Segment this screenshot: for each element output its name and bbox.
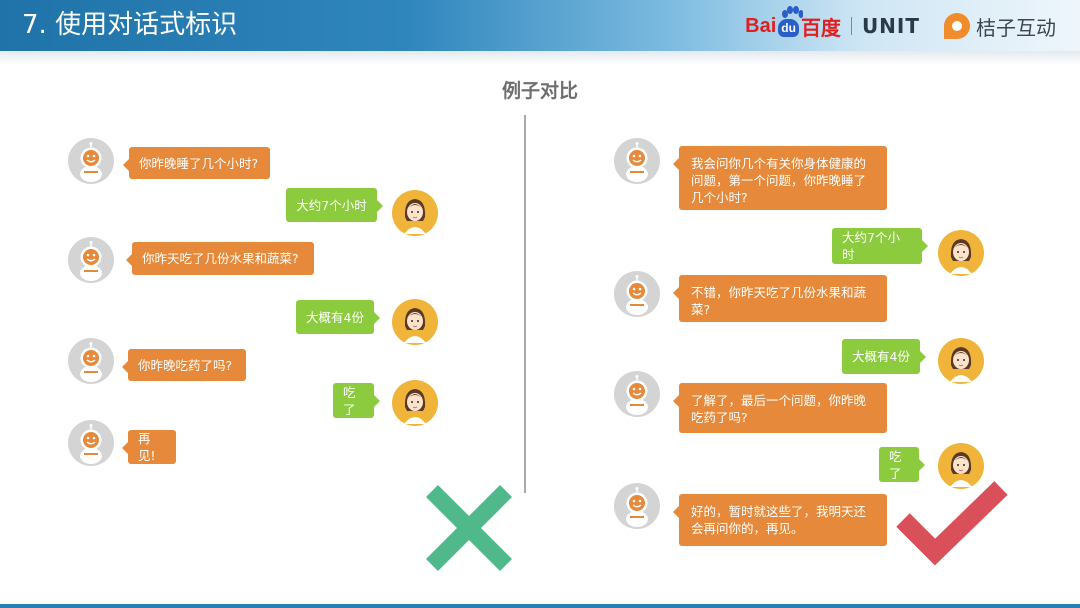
header-shadow [0,51,1080,65]
baidu-logo: Bai du 百度 [745,5,841,41]
bot-message: 不错，你昨天吃了几份水果和蔬菜? [673,275,887,322]
robot-avatar [68,338,114,384]
user-message: 大概有4份 [842,339,926,374]
juzi-logo-text: 桔子互动 [976,15,1056,40]
bot-message: 你昨晚睡了几个小时? [123,147,270,179]
robot-avatar [614,483,660,529]
paw-icon [782,5,804,18]
girl-avatar [392,190,438,236]
girl-avatar [938,338,984,384]
footer-line [0,604,1080,608]
checkmark-icon [896,481,1008,566]
cross-icon [425,484,513,572]
user-message: 大概有4份 [296,300,380,334]
robot-avatar [614,138,660,184]
robot-avatar [68,237,114,283]
user-message: 大约7个小时 [832,228,928,264]
baidu-logo-cn: 百度 [800,17,841,40]
bot-message: 你昨天吃了几份水果和蔬菜? [126,242,314,275]
girl-avatar [392,299,438,345]
bot-message: 你昨晚吃药了吗? [122,349,246,381]
bot-message: 我会问你几个有关你身体健康的问题，第一个问题，你昨晚睡了几个小时? [673,146,887,210]
girl-avatar [392,380,438,426]
bot-message: 了解了，最后一个问题，你昨晚吃药了吗? [673,383,887,433]
user-message: 吃了 [879,447,925,482]
center-divider [524,115,526,493]
user-message: 吃了 [333,383,380,418]
girl-avatar [938,230,984,276]
bot-message: 好的，暂时就这些了，我明天还会再问你的，再见。 [673,494,887,546]
robot-avatar [614,371,660,417]
bot-message: 再见! [122,430,176,464]
user-message: 大约7个小时 [286,188,383,222]
header-bar: 7. 使用对话式标识 Bai du 百度 UNIT 桔子互动 [0,0,1080,51]
robot-avatar [68,138,114,184]
page-title: 7. 使用对话式标识 [22,10,238,40]
logo-group: Bai du 百度 UNIT 桔子互动 [745,5,1056,42]
robot-avatar [68,420,114,466]
juzi-logo-icon [944,13,970,39]
robot-avatar [614,271,660,317]
unit-logo: UNIT [861,14,920,38]
baidu-logo-text: Bai [745,14,777,37]
juzi-logo: 桔子互动 [944,12,1056,41]
section-title: 例子对比 [501,80,578,102]
baidu-logo-du: du [778,19,799,37]
logo-separator [850,17,852,35]
